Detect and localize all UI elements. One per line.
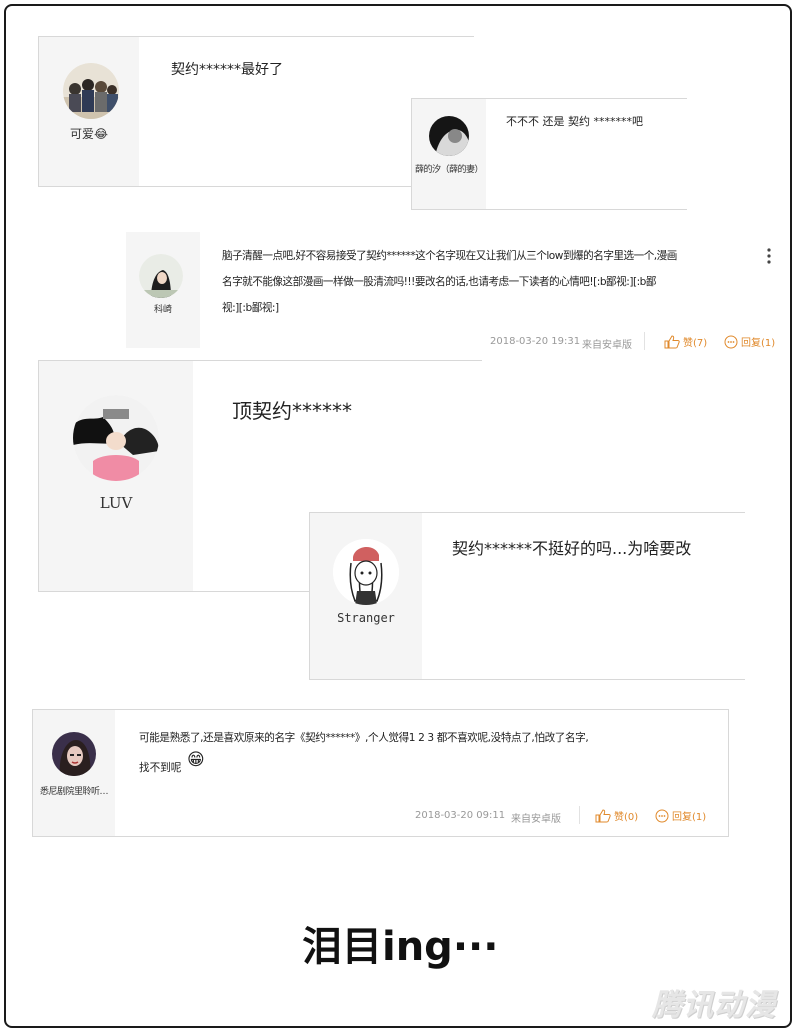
- avatar[interactable]: [333, 539, 399, 605]
- divider: [644, 332, 645, 350]
- avatar[interactable]: [139, 254, 183, 298]
- comment-card-6: 悉尼剧院里聆听… 可能是熟悉了,还是喜欢原来的名字《契约******》,个人觉得…: [32, 709, 729, 837]
- comment-line-1: 脑子清醒一点吧,好不容易接受了契约******这个名字现在又让我们从三个low到…: [222, 250, 677, 262]
- divider: [579, 806, 580, 824]
- like-button[interactable]: 赞(0): [595, 808, 638, 823]
- comic-panel-frame: 可爱😂 契约******最好了 薛的汐（薛的妻） 不不不 还是 契约 *****…: [4, 4, 792, 1028]
- comment-line-3: 视:][:b鄙视:]: [222, 302, 279, 314]
- reply-bubble-icon: [655, 809, 669, 822]
- username[interactable]: 可爱😂: [39, 125, 139, 142]
- avatar[interactable]: [429, 116, 469, 156]
- reply-bubble-icon: [724, 335, 738, 348]
- source-label: 来自安卓版: [511, 814, 561, 825]
- reply-button[interactable]: 回复(1): [724, 334, 775, 349]
- comment-card-5: Stranger 契约******不挺好的吗...为啥要改: [309, 512, 745, 680]
- source-label: 来自安卓版: [582, 340, 632, 351]
- avatar[interactable]: [63, 63, 119, 119]
- like-label: 赞(7): [683, 338, 708, 349]
- comment-text: 顶契约******: [232, 399, 352, 423]
- reply-button[interactable]: 回复(1): [655, 808, 706, 823]
- comment-card-1: 可爱😂 契约******最好了: [38, 36, 474, 187]
- timestamp: 2018-03-20 09:11: [415, 810, 506, 821]
- comment-card-2: 薛的汐（薛的妻） 不不不 还是 契约 *******吧: [411, 98, 687, 210]
- username[interactable]: LUV: [39, 494, 193, 512]
- username[interactable]: Stranger: [310, 611, 422, 625]
- thumbs-up-icon: [595, 808, 611, 822]
- comment-line-2: 名字就不能像这部漫画一样做一股清流吗!!!要改名的话,也请考虑一下读者的心情吧!…: [222, 276, 656, 288]
- comment-text: 契约******最好了: [171, 62, 283, 78]
- username[interactable]: 薛的汐（薛的妻）: [412, 162, 486, 175]
- reply-label: 回复(1): [672, 812, 707, 823]
- timestamp: 2018-03-20 19:31: [490, 336, 581, 347]
- watermark-logo: 腾讯动漫: [652, 988, 776, 1023]
- thumbs-up-icon: [664, 334, 680, 348]
- avatar[interactable]: [73, 395, 159, 481]
- comment-line-2: 找不到呢: [139, 762, 182, 774]
- like-button[interactable]: 赞(7): [664, 334, 707, 349]
- comment-card-3: 科崎 脑子清醒一点吧,好不容易接受了契约******这个名字现在又让我们从三个l…: [126, 232, 790, 351]
- comment-text: 契约******不挺好的吗...为啥要改: [452, 539, 692, 558]
- caption: 泪目ing···: [302, 924, 499, 970]
- username[interactable]: 科崎: [126, 302, 200, 315]
- comment-line-1: 可能是熟悉了,还是喜欢原来的名字《契约******》,个人觉得1 2 3 都不喜…: [139, 732, 589, 744]
- reply-label: 回复(1): [741, 338, 776, 349]
- grin-emoji-icon: 😁: [187, 750, 205, 770]
- like-label: 赞(0): [614, 812, 639, 823]
- more-vertical-icon[interactable]: [766, 248, 772, 264]
- username[interactable]: 悉尼剧院里聆听…: [33, 784, 115, 797]
- avatar[interactable]: [52, 732, 96, 776]
- comment-text: 不不不 还是 契约 *******吧: [506, 115, 643, 128]
